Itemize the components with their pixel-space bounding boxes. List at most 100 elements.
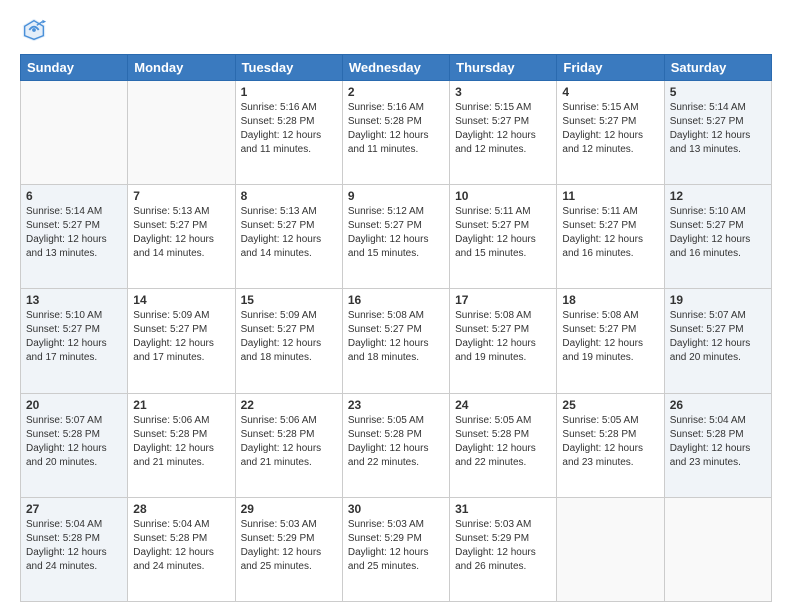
day-info: Sunrise: 5:11 AM Sunset: 5:27 PM Dayligh…: [562, 205, 658, 261]
day-info: Sunrise: 5:05 AM Sunset: 5:28 PM Dayligh…: [562, 414, 658, 470]
week-row-5: 27 Sunrise: 5:04 AM Sunset: 5:28 PM Dayli…: [21, 497, 772, 601]
day-info: Sunrise: 5:08 AM Sunset: 5:27 PM Dayligh…: [348, 309, 444, 365]
weekday-header-monday: Monday: [128, 55, 235, 81]
day-number: 22: [241, 398, 337, 412]
calendar-cell: 18 Sunrise: 5:08 AM Sunset: 5:27 PM Dayli…: [557, 289, 664, 393]
day-info: Sunrise: 5:04 AM Sunset: 5:28 PM Dayligh…: [26, 518, 122, 574]
day-number: 5: [670, 85, 766, 99]
day-info: Sunrise: 5:07 AM Sunset: 5:27 PM Dayligh…: [670, 309, 766, 365]
day-number: 24: [455, 398, 551, 412]
day-number: 21: [133, 398, 229, 412]
calendar-cell: 5 Sunrise: 5:14 AM Sunset: 5:27 PM Daylig…: [664, 81, 771, 185]
weekday-header-tuesday: Tuesday: [235, 55, 342, 81]
day-info: Sunrise: 5:09 AM Sunset: 5:27 PM Dayligh…: [241, 309, 337, 365]
calendar-cell: 27 Sunrise: 5:04 AM Sunset: 5:28 PM Dayli…: [21, 497, 128, 601]
calendar-cell: 21Sunrise: 5:06 AM Sunset: 5:28 PM Dayli…: [128, 393, 235, 497]
day-info: Sunrise: 5:13 AM Sunset: 5:27 PM Dayligh…: [241, 205, 337, 261]
day-info: Sunrise: 5:08 AM Sunset: 5:27 PM Dayligh…: [455, 309, 551, 365]
logo-icon: [20, 16, 48, 44]
day-info: Sunrise: 5:06 AM Sunset: 5:28 PM Dayligh…: [241, 414, 337, 470]
day-info: Sunrise: 5:11 AM Sunset: 5:27 PM Dayligh…: [455, 205, 551, 261]
day-info: Sunrise: 5:15 AM Sunset: 5:27 PM Dayligh…: [455, 101, 551, 157]
weekday-header-thursday: Thursday: [450, 55, 557, 81]
calendar-cell: 24 Sunrise: 5:05 AM Sunset: 5:28 PM Dayli…: [450, 393, 557, 497]
calendar-cell: 8 Sunrise: 5:13 AM Sunset: 5:27 PM Daylig…: [235, 185, 342, 289]
day-number: 20: [26, 398, 122, 412]
day-info: Sunrise: 5:08 AM Sunset: 5:27 PM Dayligh…: [562, 309, 658, 365]
day-info: Sunrise: 5:16 AM Sunset: 5:28 PM Dayligh…: [241, 101, 337, 157]
logo: [20, 16, 52, 44]
calendar-cell: 14 Sunrise: 5:09 AM Sunset: 5:27 PM Dayli…: [128, 289, 235, 393]
day-info: Sunrise: 5:07 AM Sunset: 5:28 PM Dayligh…: [26, 414, 122, 470]
week-row-3: 13Sunrise: 5:10 AM Sunset: 5:27 PM Dayli…: [21, 289, 772, 393]
weekday-header-row: SundayMondayTuesdayWednesdayThursdayFrid…: [21, 55, 772, 81]
day-info: Sunrise: 5:16 AM Sunset: 5:28 PM Dayligh…: [348, 101, 444, 157]
weekday-header-sunday: Sunday: [21, 55, 128, 81]
calendar-cell: 22 Sunrise: 5:06 AM Sunset: 5:28 PM Dayli…: [235, 393, 342, 497]
day-info: Sunrise: 5:09 AM Sunset: 5:27 PM Dayligh…: [133, 309, 229, 365]
day-number: 8: [241, 189, 337, 203]
day-info: Sunrise: 5:05 AM Sunset: 5:28 PM Dayligh…: [455, 414, 551, 470]
day-number: 18: [562, 293, 658, 307]
day-number: 26: [670, 398, 766, 412]
day-number: 25: [562, 398, 658, 412]
day-info: Sunrise: 5:14 AM Sunset: 5:27 PM Dayligh…: [26, 205, 122, 261]
calendar-cell: 16 Sunrise: 5:08 AM Sunset: 5:27 PM Dayli…: [342, 289, 449, 393]
calendar-cell: 3 Sunrise: 5:15 AM Sunset: 5:27 PM Daylig…: [450, 81, 557, 185]
calendar-cell: 19 Sunrise: 5:07 AM Sunset: 5:27 PM Dayli…: [664, 289, 771, 393]
weekday-header-saturday: Saturday: [664, 55, 771, 81]
day-info: Sunrise: 5:04 AM Sunset: 5:28 PM Dayligh…: [670, 414, 766, 470]
day-number: 10: [455, 189, 551, 203]
calendar-cell: 29 Sunrise: 5:03 AM Sunset: 5:29 PM Dayli…: [235, 497, 342, 601]
calendar-cell: 30Sunrise: 5:03 AM Sunset: 5:29 PM Dayli…: [342, 497, 449, 601]
page: SundayMondayTuesdayWednesdayThursdayFrid…: [0, 0, 792, 612]
calendar-cell: 11 Sunrise: 5:11 AM Sunset: 5:27 PM Dayli…: [557, 185, 664, 289]
day-number: 12: [670, 189, 766, 203]
day-info: Sunrise: 5:03 AM Sunset: 5:29 PM Dayligh…: [241, 518, 337, 574]
day-info: Sunrise: 5:10 AM Sunset: 5:27 PM Dayligh…: [26, 309, 122, 365]
day-number: 14: [133, 293, 229, 307]
day-number: 3: [455, 85, 551, 99]
day-number: 2: [348, 85, 444, 99]
calendar-cell: 4 Sunrise: 5:15 AM Sunset: 5:27 PM Daylig…: [557, 81, 664, 185]
calendar-cell: [21, 81, 128, 185]
day-number: 30: [348, 502, 444, 516]
week-row-4: 20 Sunrise: 5:07 AM Sunset: 5:28 PM Dayli…: [21, 393, 772, 497]
day-info: Sunrise: 5:14 AM Sunset: 5:27 PM Dayligh…: [670, 101, 766, 157]
day-info: Sunrise: 5:03 AM Sunset: 5:29 PM Dayligh…: [455, 518, 551, 574]
day-number: 17: [455, 293, 551, 307]
calendar-cell: 28 Sunrise: 5:04 AM Sunset: 5:28 PM Dayli…: [128, 497, 235, 601]
day-number: 16: [348, 293, 444, 307]
calendar-cell: 31Sunrise: 5:03 AM Sunset: 5:29 PM Dayli…: [450, 497, 557, 601]
calendar-cell: 10 Sunrise: 5:11 AM Sunset: 5:27 PM Dayli…: [450, 185, 557, 289]
day-info: Sunrise: 5:04 AM Sunset: 5:28 PM Dayligh…: [133, 518, 229, 574]
day-number: 28: [133, 502, 229, 516]
calendar-cell: 7Sunrise: 5:13 AM Sunset: 5:27 PM Daylig…: [128, 185, 235, 289]
calendar-cell: 6 Sunrise: 5:14 AM Sunset: 5:27 PM Daylig…: [21, 185, 128, 289]
calendar-cell: 25 Sunrise: 5:05 AM Sunset: 5:28 PM Dayli…: [557, 393, 664, 497]
day-info: Sunrise: 5:15 AM Sunset: 5:27 PM Dayligh…: [562, 101, 658, 157]
day-number: 27: [26, 502, 122, 516]
day-info: Sunrise: 5:12 AM Sunset: 5:27 PM Dayligh…: [348, 205, 444, 261]
calendar-cell: 1Sunrise: 5:16 AM Sunset: 5:28 PM Daylig…: [235, 81, 342, 185]
calendar-cell: 20 Sunrise: 5:07 AM Sunset: 5:28 PM Dayli…: [21, 393, 128, 497]
day-number: 19: [670, 293, 766, 307]
day-number: 23: [348, 398, 444, 412]
calendar-cell: 13Sunrise: 5:10 AM Sunset: 5:27 PM Dayli…: [21, 289, 128, 393]
day-info: Sunrise: 5:10 AM Sunset: 5:27 PM Dayligh…: [670, 205, 766, 261]
day-info: Sunrise: 5:13 AM Sunset: 5:27 PM Dayligh…: [133, 205, 229, 261]
calendar-cell: 9 Sunrise: 5:12 AM Sunset: 5:27 PM Daylig…: [342, 185, 449, 289]
day-number: 29: [241, 502, 337, 516]
calendar-table: SundayMondayTuesdayWednesdayThursdayFrid…: [20, 54, 772, 602]
day-number: 6: [26, 189, 122, 203]
header: [20, 16, 772, 44]
calendar-cell: 17 Sunrise: 5:08 AM Sunset: 5:27 PM Dayli…: [450, 289, 557, 393]
day-number: 4: [562, 85, 658, 99]
day-info: Sunrise: 5:05 AM Sunset: 5:28 PM Dayligh…: [348, 414, 444, 470]
day-number: 15: [241, 293, 337, 307]
day-number: 9: [348, 189, 444, 203]
calendar-cell: [664, 497, 771, 601]
week-row-2: 6 Sunrise: 5:14 AM Sunset: 5:27 PM Daylig…: [21, 185, 772, 289]
day-number: 11: [562, 189, 658, 203]
weekday-header-wednesday: Wednesday: [342, 55, 449, 81]
